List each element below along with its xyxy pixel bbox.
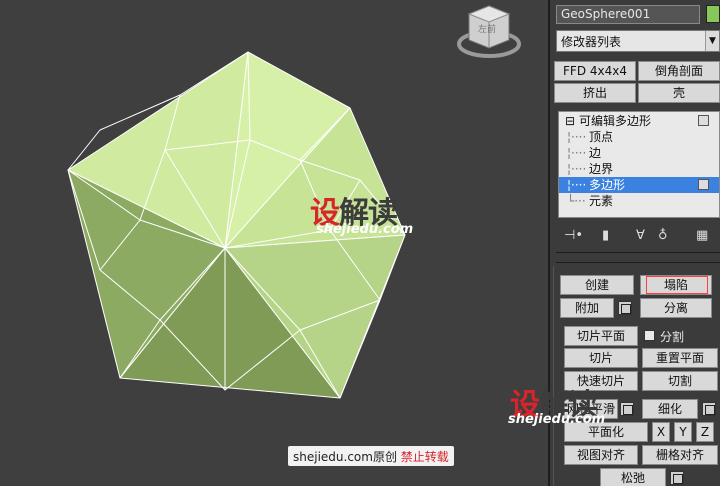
object-name-field[interactable]: GeoSphere001 — [556, 5, 700, 24]
view-align-button[interactable]: 视图对齐 — [564, 445, 638, 465]
grid-align-button[interactable]: 栅格对齐 — [642, 445, 718, 465]
configure-sets-icon[interactable]: ▦ — [696, 228, 708, 243]
detach-button[interactable]: 分离 — [640, 298, 712, 318]
remove-modifier-icon[interactable]: ♁ — [658, 228, 668, 243]
collapse-highlight-box — [646, 276, 708, 294]
slice-plane-button[interactable]: 切片平面 — [564, 326, 638, 346]
divider — [556, 252, 720, 253]
slice-button[interactable]: 切片 — [564, 348, 638, 368]
tessellate-button[interactable]: 细化 — [642, 399, 698, 419]
geosphere-object[interactable] — [0, 0, 548, 486]
attach-settings-icon[interactable] — [618, 301, 632, 315]
planar-y-button[interactable]: Y — [674, 422, 692, 442]
stack-item-vertex[interactable]: ¦···· 顶点 — [559, 129, 719, 145]
planar-z-button[interactable]: Z — [696, 422, 714, 442]
extrude-button[interactable]: 挤出 — [554, 83, 636, 103]
reset-plane-button[interactable]: 重置平面 — [642, 348, 718, 368]
divider — [556, 262, 720, 263]
attach-button[interactable]: 附加 — [560, 298, 614, 318]
stack-toolbar: ⊣• ▮ ∀ ♁ ▦ — [558, 226, 720, 248]
perspective-viewport[interactable]: 左前 设解读 shejiedu.com shejiedu.com原创 禁止转载 — [0, 0, 548, 486]
bevel-profile-button[interactable]: 倒角剖面 — [638, 61, 720, 81]
copyright-notice: shejiedu.com原创 禁止转载 — [288, 446, 454, 466]
stack-item-polygon[interactable]: ¦···· 多边形 — [559, 177, 719, 193]
planar-x-button[interactable]: X — [652, 422, 670, 442]
visibility-toggle-icon[interactable] — [698, 179, 709, 190]
visibility-toggle-icon[interactable] — [698, 115, 709, 126]
pin-stack-icon[interactable]: ⊣• — [564, 228, 583, 243]
modifier-stack[interactable]: ⊟ 可编辑多边形 ¦···· 顶点 ¦···· 边 ¦···· 边界 ¦···· 多边形… — [558, 111, 720, 218]
shell-button[interactable]: 壳 — [638, 83, 720, 103]
stack-item-border[interactable]: ¦···· 边界 — [559, 161, 719, 177]
relax-settings-icon[interactable] — [670, 471, 684, 485]
viewcube-face-label: 左前 — [478, 25, 497, 35]
modifier-list-dropdown[interactable]: 修改器列表 ▼ — [556, 30, 720, 52]
tessellate-settings-icon[interactable] — [702, 402, 716, 416]
stack-item-element[interactable]: └··· 元素 — [559, 193, 719, 209]
show-end-result-icon[interactable]: ▮ — [602, 228, 609, 243]
viewcube[interactable]: 左前 — [455, 2, 523, 64]
split-label: 分割 — [660, 330, 685, 344]
edit-geometry-rollout: 创建 塌陷 附加 分离 切片平面 分割 切片 重置平面 快速切片 切割 网格平滑… — [553, 266, 720, 486]
object-color-swatch[interactable] — [706, 5, 720, 23]
watermark-url: shejiedu.com — [316, 222, 414, 237]
ffd-button[interactable]: FFD 4x4x4 — [554, 61, 636, 81]
relax-button[interactable]: 松弛 — [600, 468, 666, 486]
collapse-minus-icon: ⊟ — [565, 114, 576, 128]
stack-item-edge[interactable]: ¦···· 边 — [559, 145, 719, 161]
split-checkbox[interactable] — [644, 330, 655, 341]
chevron-down-icon: ▼ — [705, 31, 719, 51]
create-button[interactable]: 创建 — [560, 275, 634, 295]
cut-button[interactable]: 切割 — [642, 371, 718, 391]
watermark-url-2: shejiedu.com — [508, 412, 606, 427]
stack-root-editable-poly[interactable]: ⊟ 可编辑多边形 — [559, 113, 719, 129]
make-unique-icon[interactable]: ∀ — [636, 228, 645, 243]
meshsmooth-settings-icon[interactable] — [620, 402, 634, 416]
